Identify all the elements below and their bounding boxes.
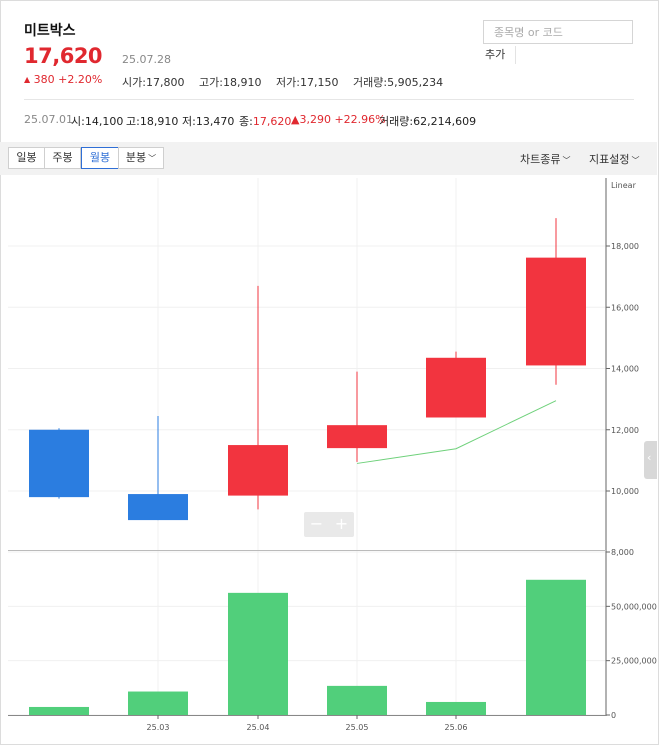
period-date: 25.07.01 xyxy=(24,113,73,126)
volume-field: 거래량:5,905,234 xyxy=(353,76,444,89)
period-high-value: 18,910 xyxy=(139,115,179,128)
side-panel-toggle[interactable]: ‹ xyxy=(644,441,657,479)
tab-monthly[interactable]: 월봉 xyxy=(81,147,119,169)
tab-daily[interactable]: 일봉 xyxy=(8,147,45,169)
period-volume-label: 거래량 xyxy=(379,115,410,128)
chevron-down-icon: ﹀ xyxy=(148,154,157,163)
divider xyxy=(24,99,634,100)
high-label: 고가 xyxy=(199,76,220,89)
stock-search-input[interactable] xyxy=(494,22,629,43)
indicator-settings-menu[interactable]: 지표설정 ﹀ xyxy=(589,151,639,167)
high-value: 18,910 xyxy=(222,76,262,89)
period-volume-field: 거래량:62,214,609 xyxy=(379,115,477,128)
period-volume-value: 62,214,609 xyxy=(413,115,477,128)
stock-search-box xyxy=(483,20,633,44)
volume-value: 5,905,234 xyxy=(387,76,444,89)
low-value: 17,150 xyxy=(299,76,339,89)
period-low-field: 저:13,470 xyxy=(182,115,235,128)
tab-weekly[interactable]: 주봉 xyxy=(44,147,81,169)
chevron-down-icon: ﹀ xyxy=(631,156,640,165)
period-close-value: 17,620 xyxy=(252,115,292,128)
volume-label: 거래량 xyxy=(353,76,384,89)
open-label: 시가 xyxy=(122,76,143,89)
period-open-label: 시 xyxy=(71,115,82,128)
period-change-field: ▲3,290 +22.96% xyxy=(291,113,386,126)
current-price: 17,620 xyxy=(24,44,103,68)
period-close-label: 종 xyxy=(239,115,250,128)
period-change-value: 3,290 xyxy=(299,113,331,126)
open-price-field: 시가:17,800 xyxy=(122,76,185,89)
zoom-control: − + xyxy=(304,512,354,537)
period-close-field: 종:17,620 xyxy=(239,115,292,128)
indicator-settings-label: 지표설정 xyxy=(589,153,630,166)
open-value: 17,800 xyxy=(145,76,185,89)
change-percent: +2.20% xyxy=(58,73,103,86)
period-date-value: 25.07.01 xyxy=(24,113,73,126)
period-high-label: 고 xyxy=(126,115,137,128)
period-open-value: 14,100 xyxy=(84,115,124,128)
change-amount: 380 xyxy=(33,73,55,86)
tab-minute[interactable]: 분봉 ﹀ xyxy=(118,147,164,169)
zoom-out-icon[interactable]: − xyxy=(304,512,329,537)
period-change-percent: +22.96% xyxy=(334,113,386,126)
period-low-value: 13,470 xyxy=(195,115,235,128)
chart-toolbar: 일봉 주봉 월봉 분봉 ﹀ 차트종류 ﹀ 지표설정 ﹀ xyxy=(0,142,657,175)
stock-name: 미트박스 xyxy=(24,23,76,39)
stock-widget xyxy=(0,0,659,745)
chart-type-menu[interactable]: 차트종류 ﹀ xyxy=(520,151,570,167)
high-price-field: 고가:18,910 xyxy=(199,76,262,89)
low-price-field: 저가:17,150 xyxy=(276,76,339,89)
price-change: ▲ 380 +2.20% xyxy=(24,73,102,86)
tab-minute-label: 분봉 xyxy=(125,151,147,164)
add-stock-button[interactable]: 추가 xyxy=(485,46,516,64)
period-low-label: 저 xyxy=(182,115,193,128)
period-high-field: 고:18,910 xyxy=(126,115,179,128)
low-label: 저가 xyxy=(276,76,297,89)
quote-date: 25.07.28 xyxy=(122,53,171,66)
chevron-left-icon: ‹ xyxy=(647,451,652,464)
chart-type-label: 차트종류 xyxy=(520,153,561,166)
zoom-in-icon[interactable]: + xyxy=(329,512,354,537)
chevron-down-icon: ﹀ xyxy=(562,156,571,165)
period-open-field: 시:14,100 xyxy=(71,115,124,128)
up-arrow-icon: ▲ xyxy=(24,75,31,84)
